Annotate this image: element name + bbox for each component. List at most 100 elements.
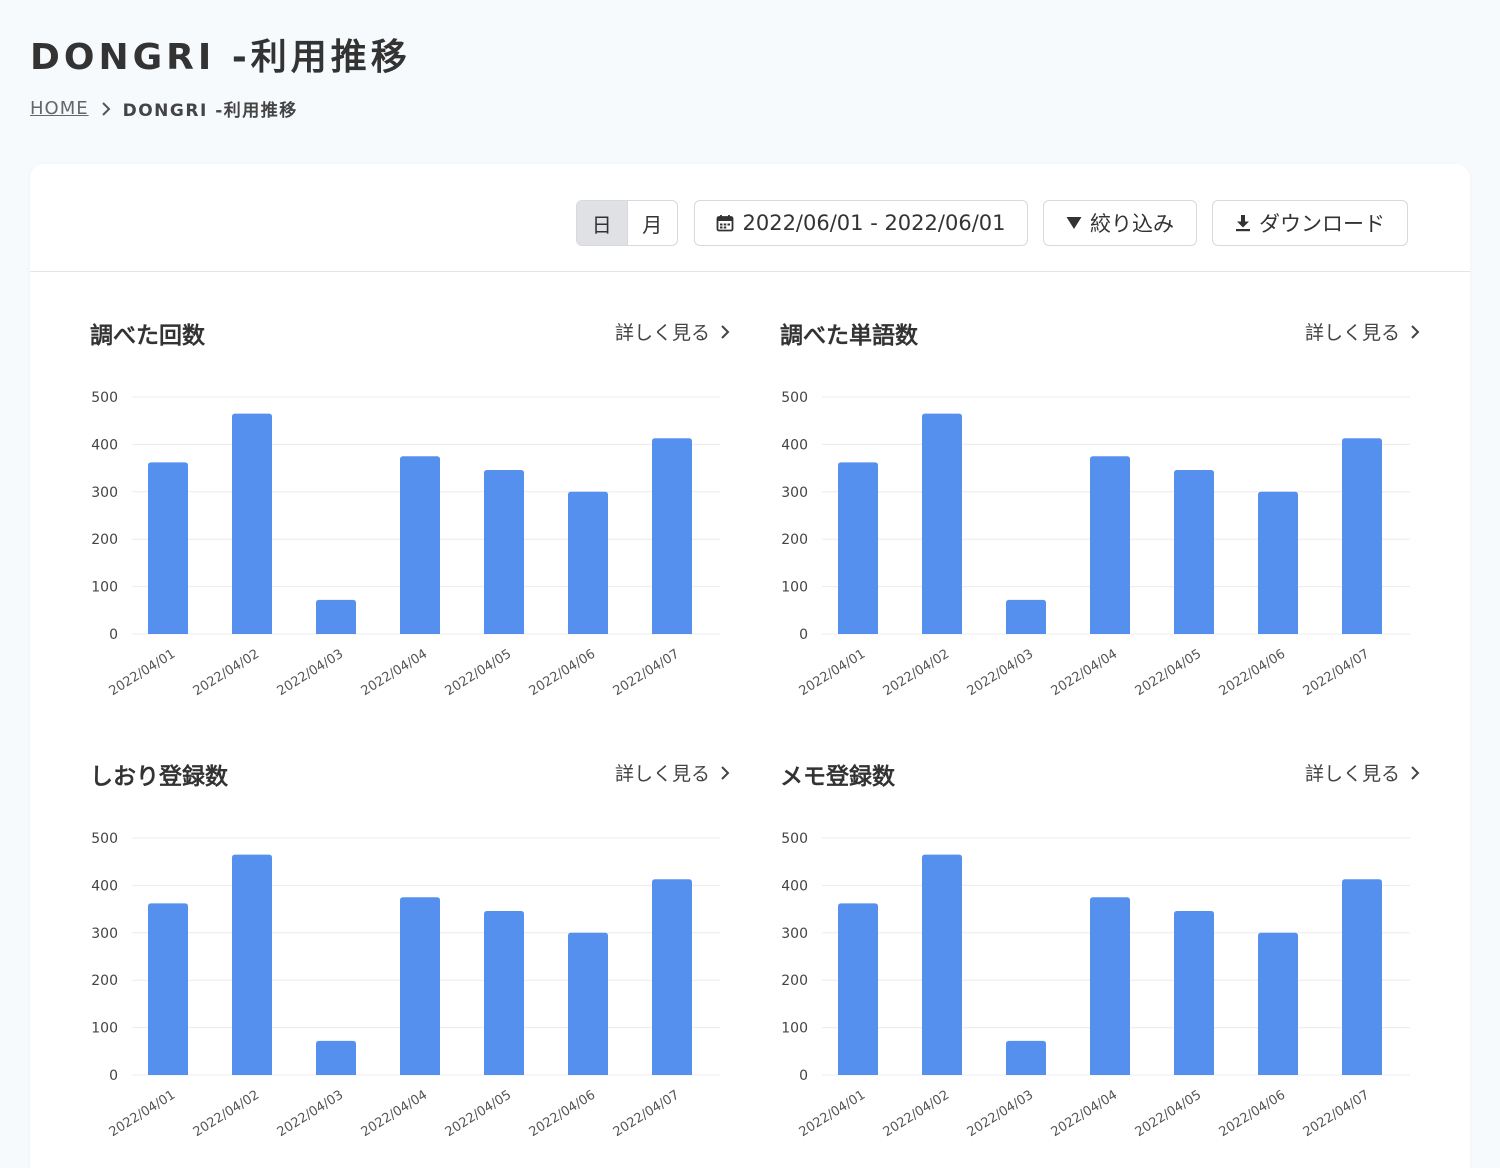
y-tick-label: 300 [91, 485, 118, 501]
view-details-link[interactable]: 詳しく見る [615, 318, 730, 345]
y-tick-label: 300 [781, 485, 808, 501]
y-tick-label: 500 [781, 390, 808, 406]
y-tick-label: 100 [781, 1021, 808, 1037]
download-button[interactable]: ダウンロード [1212, 200, 1408, 246]
y-tick-label: 100 [781, 580, 808, 596]
x-tick-label: 2022/04/03 [275, 647, 346, 699]
x-tick-label: 2022/04/07 [611, 1088, 682, 1140]
view-details-link[interactable]: 詳しく見る [1305, 759, 1420, 786]
x-tick-label: 2022/04/01 [107, 647, 178, 699]
y-tick-label: 0 [799, 627, 808, 643]
bar-chart: 01002003004005002022/04/01 2022/04/02 2022… [91, 831, 720, 1140]
x-tick-label: 2022/04/03 [965, 1088, 1036, 1140]
period-toggle: 日 月 [576, 200, 678, 246]
x-tick-label: 2022/04/05 [443, 1088, 514, 1140]
view-details-label: 詳しく見る [614, 322, 710, 344]
bar[interactable] [838, 903, 878, 1075]
bar[interactable] [400, 897, 440, 1075]
period-day-button[interactable]: 日 [577, 201, 627, 245]
y-tick-label: 0 [109, 1068, 118, 1084]
bar-chart: 01002003004005002022/04/01 2022/04/02 2022… [781, 390, 1410, 699]
bar[interactable] [1258, 932, 1298, 1075]
x-tick-label: 2022/04/07 [1301, 647, 1372, 699]
y-tick-label: 500 [91, 831, 118, 847]
y-tick-label: 0 [109, 627, 118, 643]
view-details-link[interactable]: 詳しく見る [1305, 318, 1420, 345]
bar[interactable] [652, 438, 692, 634]
x-tick-label: 2022/04/07 [1301, 1088, 1372, 1140]
bar[interactable] [568, 491, 608, 634]
bar[interactable] [922, 854, 962, 1075]
bar[interactable] [1342, 879, 1382, 1075]
view-details-link[interactable]: 詳しく見る [615, 759, 730, 786]
bar[interactable] [1174, 469, 1214, 634]
bar-chart: 01002003004005002022/04/01 2022/04/02 2022… [91, 390, 720, 699]
chart-title: メモ登録数 [780, 764, 895, 790]
bar[interactable] [1006, 1040, 1046, 1075]
y-tick-label: 400 [91, 437, 118, 453]
x-tick-label: 2022/04/04 [359, 647, 430, 699]
toolbar: 日 月 2022/06/01 - 2022/06/01 絞り込み ダウンロード [30, 164, 1470, 272]
breadcrumb-home-link[interactable]: HOME [30, 98, 89, 119]
bar[interactable] [1342, 438, 1382, 634]
chevron-right-icon [1411, 765, 1420, 780]
x-tick-label: 2022/04/06 [527, 1088, 598, 1140]
date-range-label: 2022/06/01 - 2022/06/01 [742, 211, 1006, 235]
y-tick-label: 300 [91, 926, 118, 942]
breadcrumb-current: DONGRI -利用推移 [122, 101, 298, 121]
x-tick-label: 2022/04/05 [1133, 647, 1204, 699]
breadcrumb: HOME DONGRI -利用推移 [30, 96, 298, 121]
chevron-right-icon [721, 765, 730, 780]
y-tick-label: 100 [91, 1021, 118, 1037]
bar[interactable] [232, 413, 272, 634]
y-tick-label: 300 [781, 926, 808, 942]
y-tick-label: 200 [91, 532, 118, 548]
page-title: DONGRI -利用推移 [30, 37, 411, 78]
x-tick-label: 2022/04/03 [965, 647, 1036, 699]
chart-panel-search-count: 調べた回数 詳しく見る 0 100 200 300 400 500 2022/04/01 20… [90, 316, 730, 736]
bar[interactable] [838, 462, 878, 634]
view-details-label: 詳しく見る [1304, 322, 1400, 344]
chevron-right-icon [721, 324, 730, 339]
bar[interactable] [316, 1040, 356, 1075]
x-tick-label: 2022/04/07 [611, 647, 682, 699]
x-tick-label: 2022/04/01 [107, 1088, 178, 1140]
bar[interactable] [148, 903, 188, 1075]
period-month-button[interactable]: 月 [626, 201, 678, 245]
bar[interactable] [316, 599, 356, 634]
filter-icon [1066, 217, 1082, 229]
x-tick-label: 2022/04/02 [881, 647, 952, 699]
x-tick-label: 2022/04/05 [443, 647, 514, 699]
view-details-label: 詳しく見る [1304, 763, 1400, 785]
bar[interactable] [484, 910, 524, 1075]
y-tick-label: 100 [91, 580, 118, 596]
bar[interactable] [1258, 491, 1298, 634]
filter-button[interactable]: 絞り込み [1043, 200, 1197, 246]
x-tick-label: 2022/04/02 [191, 647, 262, 699]
view-details-label: 詳しく見る [614, 763, 710, 785]
y-tick-label: 400 [781, 437, 808, 453]
y-tick-label: 0 [799, 1068, 808, 1084]
bar[interactable] [400, 456, 440, 634]
bar[interactable] [232, 854, 272, 1075]
chart-panel-word-count: 調べた単語数 詳しく見る 0 100 200 300 400 500 2022/04/01 2… [780, 316, 1420, 736]
bar[interactable] [1090, 897, 1130, 1075]
bar[interactable] [568, 932, 608, 1075]
x-tick-label: 2022/04/01 [797, 1088, 868, 1140]
bar[interactable] [652, 879, 692, 1075]
bar[interactable] [1174, 910, 1214, 1075]
bar[interactable] [1006, 599, 1046, 634]
y-tick-label: 200 [781, 532, 808, 548]
x-tick-label: 2022/04/06 [1217, 1088, 1288, 1140]
bar[interactable] [922, 413, 962, 634]
usage-card: 日 月 2022/06/01 - 2022/06/01 絞り込み ダウンロード … [30, 164, 1470, 1168]
chevron-right-icon [1411, 324, 1420, 339]
x-tick-label: 2022/04/02 [881, 1088, 952, 1140]
bar[interactable] [148, 462, 188, 634]
bar[interactable] [1090, 456, 1130, 634]
bar[interactable] [484, 469, 524, 634]
chart-panel-bookmark-count: しおり登録数 詳しく見る 0 100 200 300 400 500 2022/04/01 2… [90, 757, 730, 1168]
date-range-button[interactable]: 2022/06/01 - 2022/06/01 [694, 200, 1028, 246]
y-tick-label: 400 [91, 878, 118, 894]
calendar-icon [717, 215, 734, 232]
